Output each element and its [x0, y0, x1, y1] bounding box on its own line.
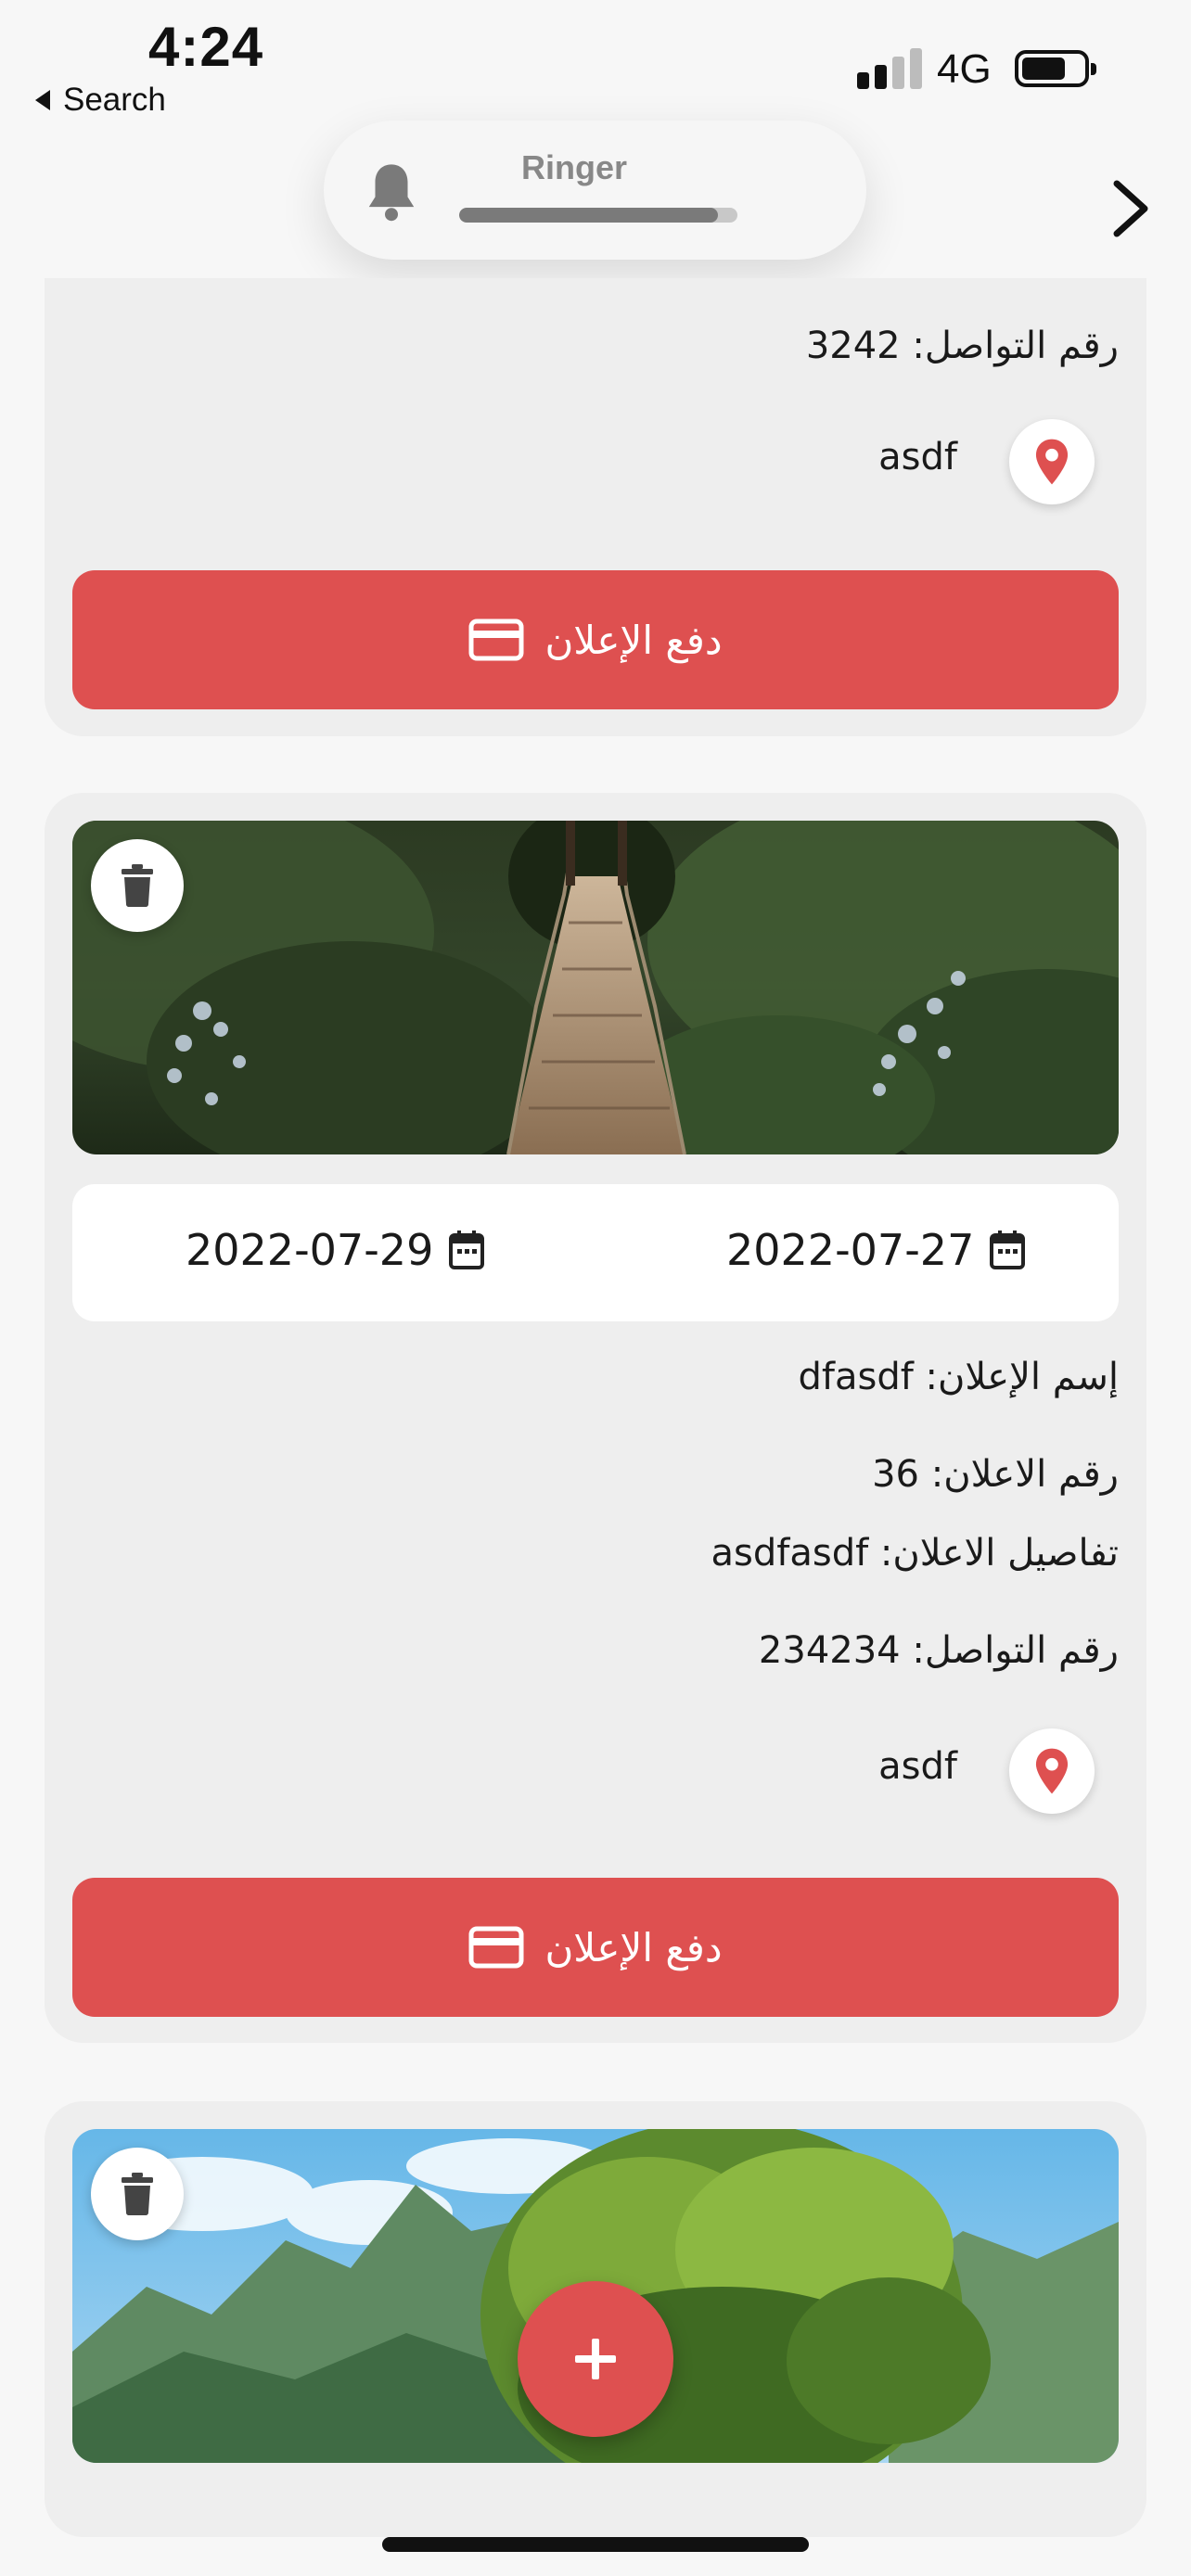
ad-location-row: asdf — [724, 419, 1095, 506]
ad-card: 2022-07-27 2022-07-29 إسم الإعلان: dfasd… — [45, 793, 1146, 2043]
ad-location-text: asdf — [878, 436, 957, 478]
ringer-level-fill — [459, 208, 718, 223]
calendar-icon — [449, 1231, 485, 1269]
ringer-label: Ringer — [520, 148, 627, 186]
credit-card-icon — [468, 1926, 524, 1969]
ad-contact-number: رقم التواصل: 234234 — [758, 1629, 1119, 1672]
end-date-text: 2022-07-29 — [186, 1225, 434, 1275]
trash-icon — [122, 864, 153, 907]
location-button[interactable] — [1009, 1728, 1095, 1814]
trash-icon — [122, 2173, 153, 2215]
credit-card-icon — [468, 618, 524, 661]
back-to-search-link[interactable]: Search — [35, 82, 166, 119]
ad-number: رقم الاعلان: 36 — [872, 1453, 1119, 1496]
ad-dates-box: 2022-07-27 2022-07-29 — [72, 1184, 1119, 1321]
ringer-volume-hud: Ringer — [324, 121, 866, 260]
status-time: 4:24 — [148, 16, 264, 78]
pay-ad-button[interactable]: دفع الإعلان — [72, 1878, 1119, 2017]
back-label: Search — [63, 82, 166, 118]
start-date-text: 2022-07-27 — [726, 1225, 975, 1275]
map-pin-icon — [1035, 1748, 1069, 1794]
pay-ad-label: دفع الإعلان — [544, 617, 723, 663]
delete-ad-button[interactable] — [91, 2148, 184, 2240]
add-ad-button[interactable] — [518, 2281, 673, 2437]
ad-image — [72, 821, 1119, 1154]
chevron-right-icon[interactable] — [1106, 176, 1156, 241]
end-date: 2022-07-29 — [186, 1225, 485, 1275]
plus-icon — [575, 2339, 616, 2379]
home-indicator[interactable] — [382, 2537, 809, 2552]
location-button[interactable] — [1009, 419, 1095, 504]
delete-ad-button[interactable] — [91, 839, 184, 932]
ad-location-text: asdf — [878, 1745, 957, 1788]
network-type: 4G — [937, 46, 992, 92]
ad-card: رقم التواصل: 3242 asdf دفع الإعلان — [45, 278, 1146, 736]
pay-ad-label: دفع الإعلان — [544, 1924, 723, 1970]
back-arrow-icon — [35, 90, 50, 110]
pay-ad-button[interactable]: دفع الإعلان — [72, 570, 1119, 709]
calendar-icon — [990, 1231, 1026, 1269]
cellular-signal-icon — [857, 45, 922, 89]
map-pin-icon — [1035, 439, 1069, 485]
battery-icon — [1015, 50, 1096, 87]
ad-name: إسم الإعلان: dfasdf — [798, 1356, 1120, 1398]
start-date: 2022-07-27 — [726, 1225, 1026, 1275]
ringer-level-bar — [459, 208, 737, 223]
bell-icon — [368, 164, 415, 222]
ad-contact-number: رقم التواصل: 3242 — [805, 325, 1119, 367]
ad-details: تفاصيل الاعلان: asdfasdf — [711, 1532, 1119, 1575]
ad-location-row: asdf — [724, 1728, 1095, 1816]
